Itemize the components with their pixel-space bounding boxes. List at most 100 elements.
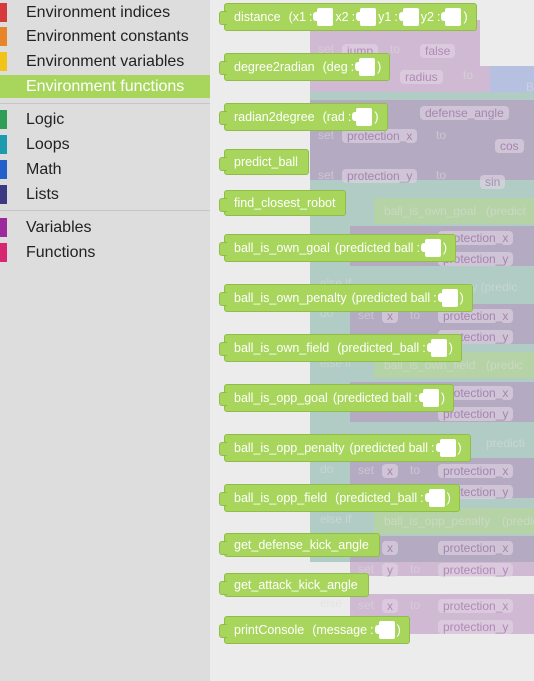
- bg-defense-angle-field: defense_angle: [420, 106, 509, 120]
- bg-x-field: x: [382, 464, 398, 478]
- paren-close: ): [457, 441, 462, 455]
- param-slot[interactable]: [313, 8, 334, 26]
- category-logic[interactable]: Logic: [0, 108, 210, 131]
- param-label: deg: [326, 60, 348, 74]
- bg-set-label: set: [358, 463, 375, 477]
- bg-y-field: y: [382, 563, 398, 577]
- param-colon: :: [370, 623, 374, 637]
- bg-cos-field: cos: [495, 139, 524, 153]
- block-name: get_attack_kick_angle: [234, 578, 358, 592]
- block-print-console[interactable]: printConsole ( message: ): [219, 616, 410, 644]
- bg-set-label: set: [318, 168, 335, 182]
- bg-to-label: to: [436, 128, 447, 142]
- category-color-swatch: [0, 27, 7, 46]
- param-slot[interactable]: [437, 289, 458, 307]
- category-color-swatch: [0, 243, 7, 262]
- bg-protection-y-field: protection_y: [438, 620, 514, 634]
- category-label: Environment functions: [26, 77, 185, 95]
- param-label: y1: [378, 10, 392, 24]
- param-label: y2: [420, 10, 434, 24]
- param-colon: :: [350, 60, 355, 74]
- category-math[interactable]: Math: [0, 158, 210, 181]
- category-label: Environment variables: [26, 52, 185, 70]
- paren-close: ): [463, 10, 468, 24]
- param-slot[interactable]: [426, 339, 447, 357]
- param-colon: :: [422, 341, 426, 355]
- param-colon: :: [437, 10, 441, 24]
- block-name: find_closest_robot: [234, 196, 336, 210]
- block-ball-is-opp-penalty[interactable]: ball_is_opp_penalty ( predicted ball: ): [219, 434, 471, 462]
- block-ball-is-own-goal[interactable]: ball_is_own_goal ( predicted ball: ): [218, 234, 457, 262]
- block-name: ball_is_opp_penalty: [234, 441, 345, 455]
- param-slot[interactable]: [420, 239, 441, 257]
- param-slot[interactable]: [398, 8, 419, 26]
- category-label: Environment indices: [26, 3, 171, 21]
- param-slot[interactable]: [435, 439, 456, 457]
- category-color-swatch: [0, 135, 7, 154]
- block-name: radian2degree: [234, 110, 315, 124]
- bg-to-label: to: [390, 42, 401, 56]
- param-slot[interactable]: [355, 58, 376, 76]
- bg-else-if-label: else if: [320, 512, 352, 526]
- category-variables[interactable]: Variables: [0, 216, 210, 239]
- block-get-attack-kick-angle[interactable]: get_attack_kick_angle: [219, 573, 369, 597]
- category-environment-functions[interactable]: Environment functions: [0, 75, 210, 98]
- category-color-swatch: [0, 218, 7, 237]
- bg-to-label: to: [410, 463, 421, 477]
- bg-protection-x-field: protection_x: [438, 599, 514, 613]
- category-toolbox: Environment indices Environment constant…: [0, 0, 210, 681]
- bg-to-label: to: [410, 562, 421, 576]
- param-slot[interactable]: [356, 8, 377, 26]
- param-label: rad: [326, 110, 345, 124]
- bg-predic-label: (predic: [486, 358, 523, 372]
- param-colon: :: [433, 291, 437, 305]
- category-color-swatch: [0, 3, 7, 22]
- block-name: ball_is_own_goal: [234, 241, 330, 255]
- bg-protection-x-field: protection_x: [438, 464, 514, 478]
- category-lists[interactable]: Lists: [0, 183, 210, 206]
- param-slot[interactable]: [352, 108, 373, 126]
- category-environment-variables[interactable]: Environment variables: [0, 50, 210, 73]
- block-name: get_defense_kick_angle: [234, 538, 369, 552]
- block-distance[interactable]: distance ( x1: x2: y1: y2: ): [219, 3, 477, 31]
- category-environment-constants[interactable]: Environment constants: [0, 25, 210, 48]
- param-slot[interactable]: [424, 489, 445, 507]
- block-radian2degree[interactable]: radian2degree ( rad: ): [219, 103, 388, 131]
- bg-false-field: false: [420, 44, 456, 58]
- param-colon: :: [347, 110, 352, 124]
- block-find-closest-robot[interactable]: find_closest_robot: [218, 190, 347, 216]
- param-slot[interactable]: [418, 389, 439, 407]
- category-color-swatch: [0, 185, 7, 204]
- bg-to-label: to: [463, 68, 474, 82]
- category-separator: [0, 210, 210, 211]
- bg-protection-y-field: protection_y: [342, 169, 418, 183]
- category-functions[interactable]: Functions: [0, 241, 210, 264]
- block-name: distance: [234, 10, 281, 24]
- param-slot[interactable]: [374, 621, 395, 639]
- bg-predict-label: (predict: [486, 204, 527, 218]
- category-label: Loops: [26, 135, 70, 153]
- param-label: predicted_ball: [339, 491, 418, 505]
- category-color-swatch: [0, 77, 7, 96]
- bg-predicti-label: predicti: [486, 436, 525, 450]
- category-color-swatch: [0, 160, 7, 179]
- bg-protection-x-field: protection_x: [342, 129, 418, 143]
- param-colon: :: [351, 10, 356, 24]
- paren-close: ): [440, 391, 446, 405]
- block-name: ball_is_opp_field: [234, 491, 328, 505]
- block-ball-is-opp-goal[interactable]: ball_is_opp_goal ( predicted ball: ): [218, 384, 455, 412]
- block-get-defense-kick-angle[interactable]: get_defense_kick_angle: [219, 533, 380, 557]
- category-environment-indices[interactable]: Environment indices: [0, 1, 210, 24]
- block-ball-is-opp-field[interactable]: ball_is_opp_field ( predicted_ball: ): [219, 484, 460, 512]
- block-ball-is-own-penalty[interactable]: ball_is_own_penalty ( predicted ball: ): [219, 284, 473, 312]
- param-label: predicted ball: [353, 441, 429, 455]
- block-predict-ball[interactable]: predict_ball: [219, 149, 309, 175]
- param-slot[interactable]: [441, 8, 462, 26]
- block-degree2radian[interactable]: degree2radian ( deg: ): [218, 53, 391, 81]
- bg-protection-y-field: protection_y: [438, 563, 514, 577]
- bg-to-label: to: [410, 598, 421, 612]
- bg-predic-label: (predic: [502, 514, 534, 528]
- paren-close: ): [448, 341, 453, 355]
- block-ball-is-own-field[interactable]: ball_is_own_field ( predicted_ball: ): [219, 334, 462, 362]
- category-loops[interactable]: Loops: [0, 133, 210, 156]
